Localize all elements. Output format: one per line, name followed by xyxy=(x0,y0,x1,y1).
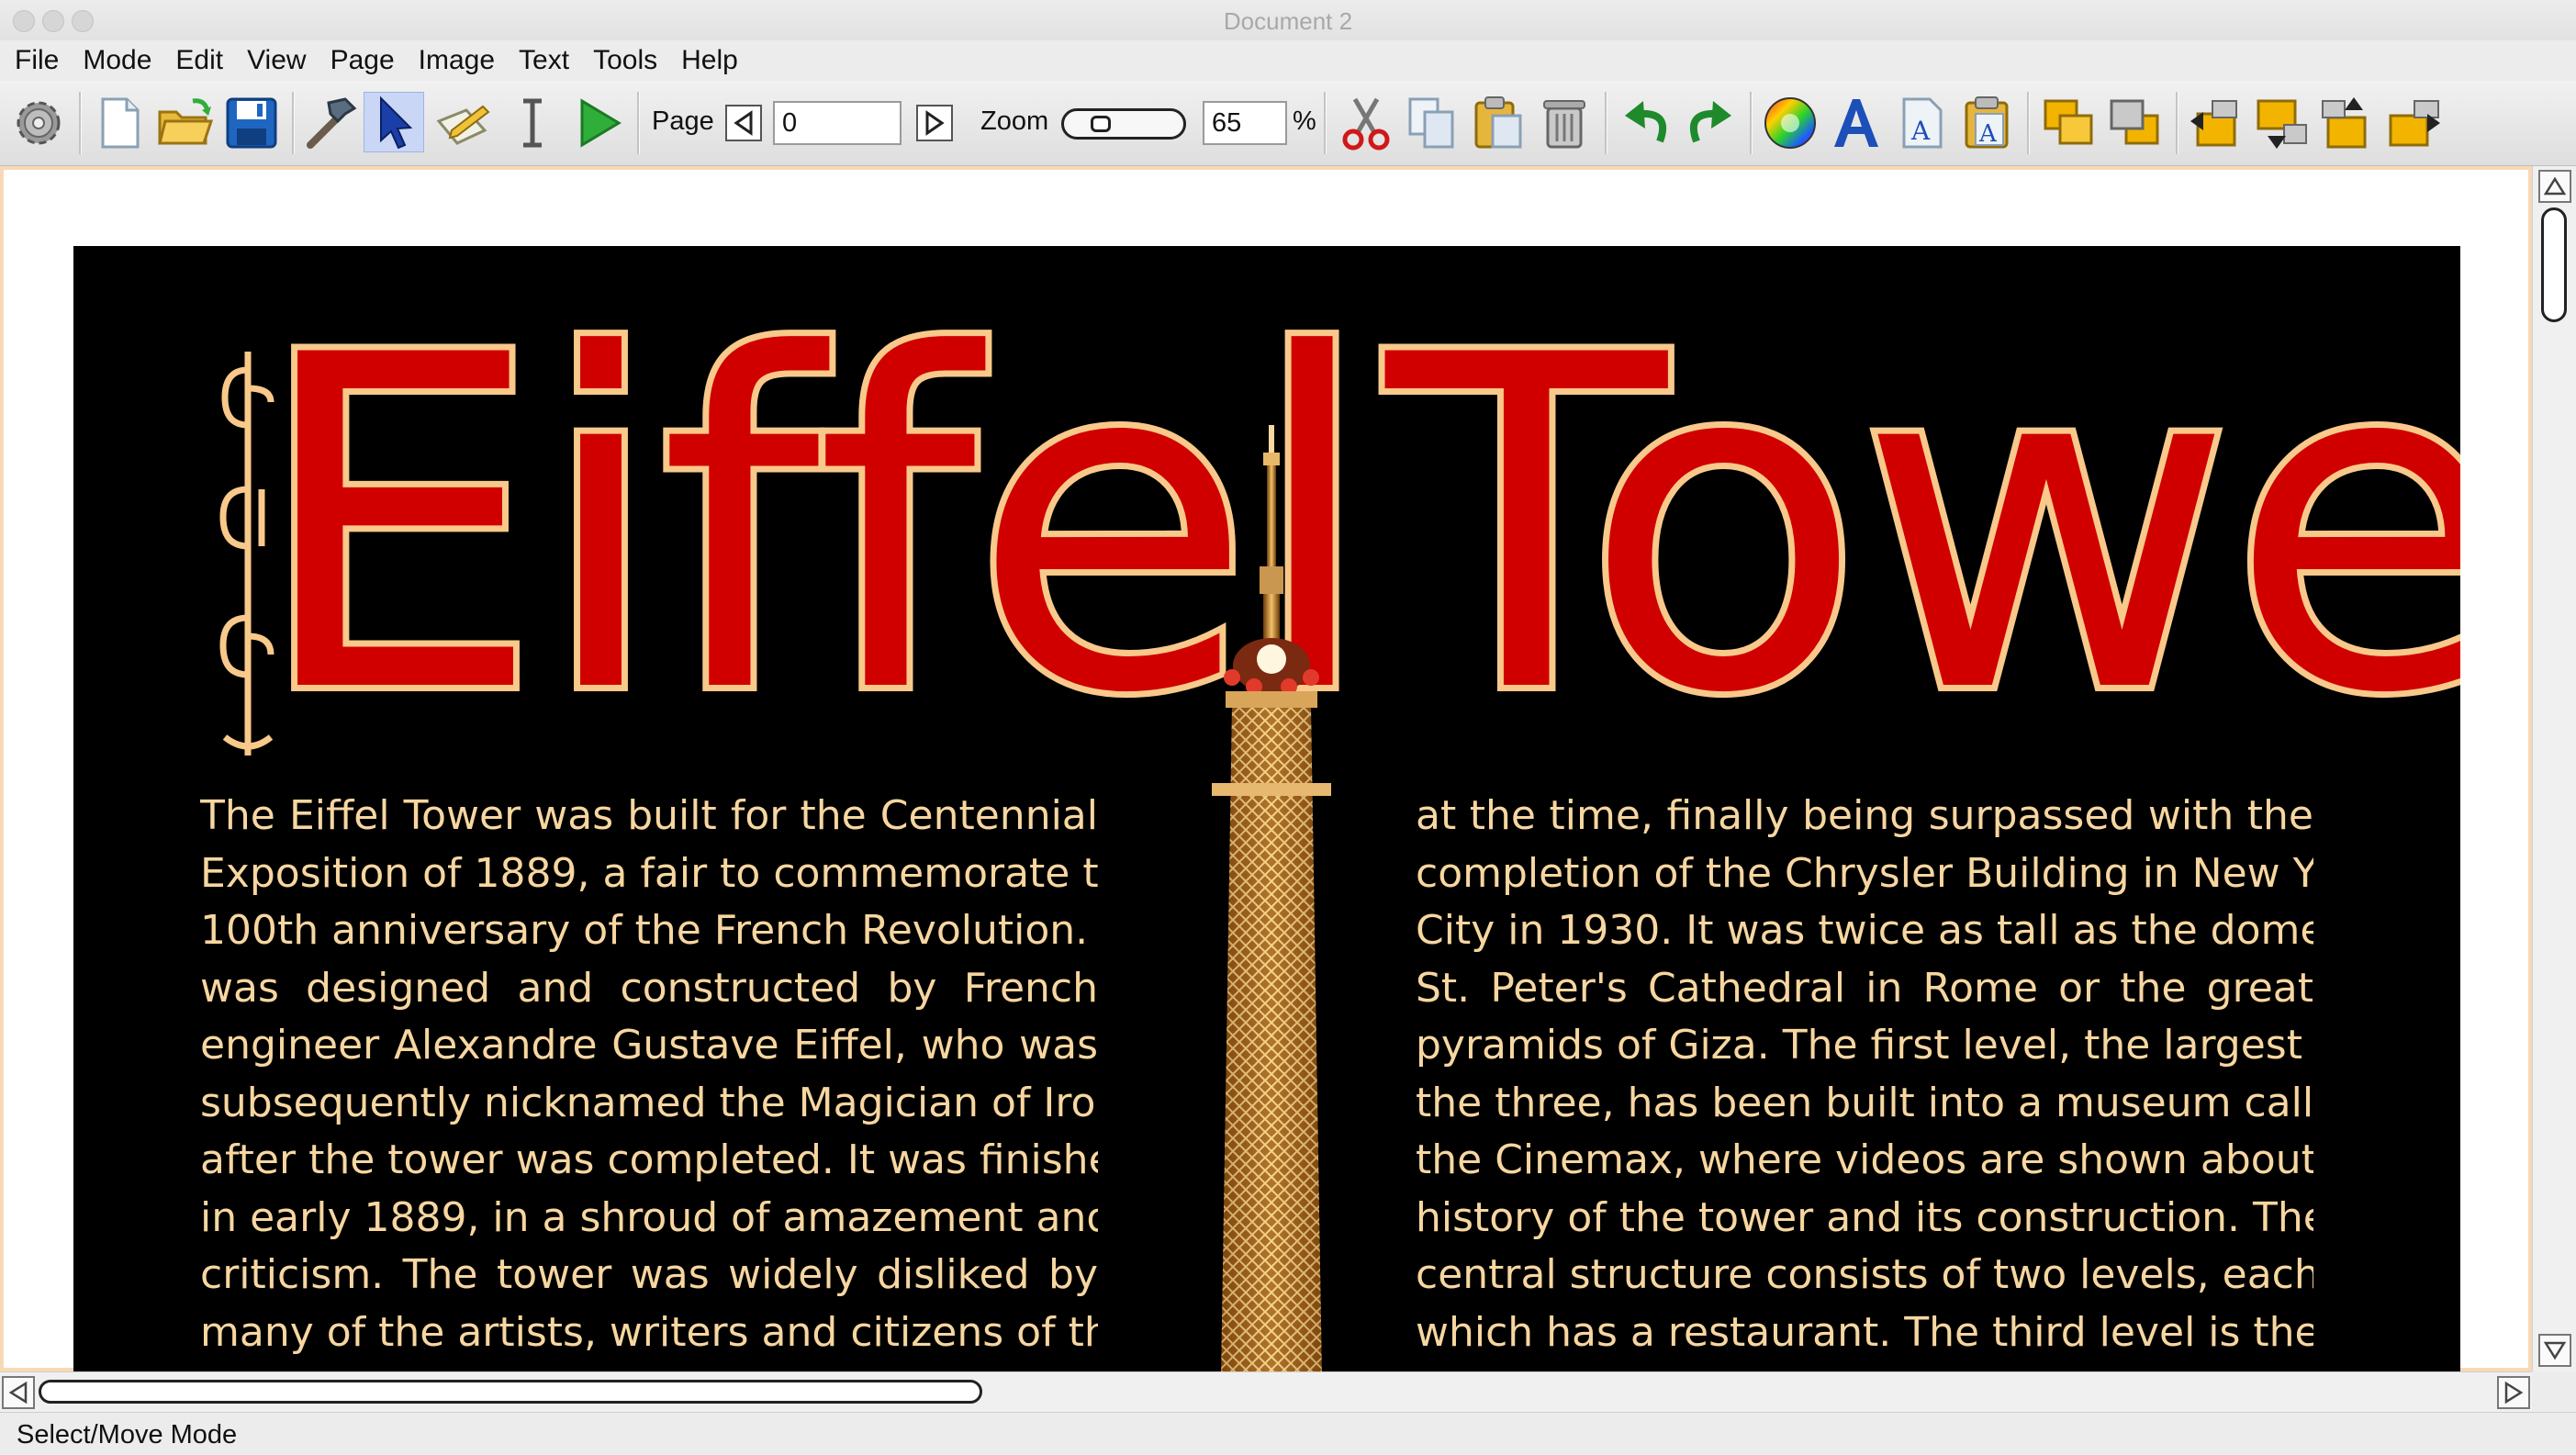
menu-help[interactable]: Help xyxy=(681,45,738,76)
eiffel-tower-page[interactable]: Eiffel Tower The Eiffel T xyxy=(73,246,2460,1371)
text-line: The Eiffel Tower was built for the Cente… xyxy=(200,792,1098,839)
horizontal-scrollbar[interactable] xyxy=(0,1371,2532,1413)
align-bottom-icon[interactable] xyxy=(2253,94,2312,152)
menu-bar: File Mode Edit View Page Image Text Tool… xyxy=(0,40,2576,81)
text-line: was designed and constructed by French xyxy=(200,964,1098,1012)
scroll-right-button[interactable] xyxy=(2497,1376,2530,1409)
window-title: Document 2 xyxy=(1223,7,1353,35)
text-line: in early 1889, in a shroud of amazement … xyxy=(200,1193,1098,1241)
page-number-input[interactable]: 0 xyxy=(773,101,902,145)
title-bar: Document 2 xyxy=(0,0,2576,41)
vertical-scroll-thumb[interactable] xyxy=(2541,207,2567,322)
page-label: Page xyxy=(652,106,714,136)
trash-icon[interactable] xyxy=(1535,94,1594,152)
text-line: the Cinemax, where videos are shown abou… xyxy=(1416,1136,2313,1183)
text-line: criticism. The tower was widely disliked… xyxy=(200,1251,1098,1298)
text-line: completion of the Chrysler Building in N… xyxy=(1416,849,2313,897)
copy-icon[interactable] xyxy=(1403,94,1462,152)
menu-file[interactable]: File xyxy=(15,45,59,76)
body-text-left-column: The Eiffel Tower was built for the Cente… xyxy=(200,788,1098,1361)
text-font-icon[interactable] xyxy=(1827,94,1886,152)
align-top-icon[interactable] xyxy=(2319,94,2378,152)
play-icon[interactable] xyxy=(569,94,628,152)
undo-icon[interactable] xyxy=(1616,94,1674,152)
hammer-icon[interactable] xyxy=(301,94,360,152)
menu-tools[interactable]: Tools xyxy=(593,45,657,76)
horizontal-scroll-thumb[interactable] xyxy=(39,1380,982,1404)
svg-text:A: A xyxy=(1910,116,1931,146)
edit-note-icon[interactable] xyxy=(433,94,492,152)
triangle-left-icon xyxy=(8,1381,28,1405)
menu-page[interactable]: Page xyxy=(330,45,395,76)
align-left-icon[interactable] xyxy=(2187,94,2246,152)
text-line: at the time, finally being surpassed wit… xyxy=(1416,792,2313,839)
triangle-right-icon xyxy=(925,110,945,136)
text-line: central structure consists of two levels… xyxy=(1416,1251,2313,1298)
save-icon[interactable] xyxy=(222,94,281,152)
menu-view[interactable]: View xyxy=(247,45,306,76)
text-line: City in 1930. It was twice as tall as th… xyxy=(1416,907,2313,954)
menu-edit[interactable]: Edit xyxy=(175,45,223,76)
paste-text-icon[interactable]: A xyxy=(1959,94,2018,152)
scroll-up-button[interactable] xyxy=(2538,170,2571,203)
menu-image[interactable]: Image xyxy=(419,45,495,76)
text-line: Exposition of 1889, a fair to commemorat… xyxy=(200,849,1098,897)
svg-text:A: A xyxy=(1978,120,1998,148)
zoom-slider-thumb[interactable] xyxy=(1091,116,1111,132)
scroll-down-button[interactable] xyxy=(2538,1334,2571,1367)
scroll-left-button[interactable] xyxy=(2,1376,35,1409)
zoom-label: Zoom xyxy=(980,106,1049,136)
new-document-icon[interactable] xyxy=(90,94,149,152)
heading-tower: Tower xyxy=(1380,259,2460,793)
toolbar-separator xyxy=(79,92,82,154)
status-bar: Select/Move Mode xyxy=(0,1412,2576,1455)
gear-icon[interactable] xyxy=(9,94,68,152)
eiffel-tower-illustration xyxy=(1212,425,1331,1371)
triangle-right-icon xyxy=(2504,1381,2524,1405)
text-line: engineer Alexandre Gustave Eiffel, who w… xyxy=(200,1022,1098,1069)
zoom-percent-input[interactable]: 65 xyxy=(1203,101,1287,145)
previous-page-button[interactable] xyxy=(725,105,762,141)
toolbar: Page 0 Zoom 65 % A A xyxy=(0,81,2576,166)
vertical-scrollbar[interactable] xyxy=(2532,166,2576,1371)
text-line: St. Peter's Cathedral in Rome or the gre… xyxy=(1416,964,2313,1012)
text-line: the three, has been built into a museum … xyxy=(1416,1079,2313,1126)
text-line: after the tower was completed. It was fi… xyxy=(200,1136,1098,1183)
text-line: history of the tower and its constructio… xyxy=(1416,1193,2313,1241)
text-line: pyramids of Giza. The first level, the l… xyxy=(1416,1022,2313,1069)
triangle-down-icon xyxy=(2543,1341,2567,1360)
open-folder-icon[interactable] xyxy=(156,94,215,152)
status-text: Select/Move Mode xyxy=(17,1420,238,1449)
text-line: which has a restaurant. The third level … xyxy=(1416,1308,2313,1356)
color-wheel-icon[interactable] xyxy=(1761,94,1820,152)
menu-mode[interactable]: Mode xyxy=(83,45,151,76)
text-line: 100th anniversary of the French Revoluti… xyxy=(200,907,1098,954)
toolbar-separator xyxy=(1324,92,1327,154)
align-right-icon[interactable] xyxy=(2385,94,2444,152)
text-line: many of the artists, writers and citizen… xyxy=(200,1308,1098,1356)
toolbar-separator xyxy=(2027,92,2030,154)
triangle-left-icon xyxy=(734,110,753,136)
paste-clipboard-icon[interactable] xyxy=(1469,94,1528,152)
cut-scissors-icon[interactable] xyxy=(1337,94,1395,152)
toolbar-separator xyxy=(1605,92,1607,154)
text-line: subsequently nicknamed the Magician of I… xyxy=(200,1079,1098,1126)
menu-text[interactable]: Text xyxy=(519,45,569,76)
zoom-percent-unit: % xyxy=(1293,106,1316,136)
redo-icon[interactable] xyxy=(1682,94,1741,152)
text-cursor-icon[interactable] xyxy=(503,94,562,152)
toolbar-separator xyxy=(2176,92,2178,154)
send-backward-icon[interactable] xyxy=(2106,94,2165,152)
next-page-button[interactable] xyxy=(916,105,953,141)
toolbar-separator xyxy=(1750,92,1753,154)
toolbar-separator xyxy=(637,92,640,154)
triangle-up-icon xyxy=(2543,176,2567,196)
bring-forward-icon[interactable] xyxy=(2040,94,2099,152)
select-arrow-icon[interactable] xyxy=(364,92,424,152)
body-text-right-column: at the time, finally being surpassed wit… xyxy=(1416,788,2313,1361)
text-box-icon[interactable]: A xyxy=(1893,94,1952,152)
zoom-slider[interactable] xyxy=(1061,108,1186,140)
toolbar-separator xyxy=(292,92,295,154)
